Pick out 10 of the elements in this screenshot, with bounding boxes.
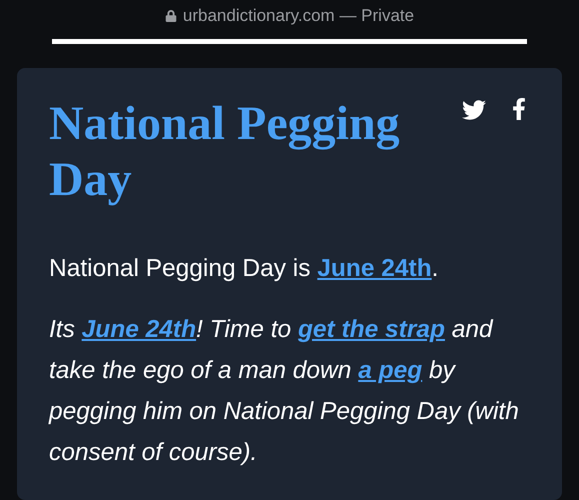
definition-text: Its June 24th! Time to get the strap and take the ego of a man down a peg by pegging him on National Pegging Day (with consent of course). xyxy=(49,315,520,468)
term-link[interactable]: June 24th xyxy=(82,316,196,343)
entry-title: National Pegging Day xyxy=(49,96,401,208)
term-link[interactable]: a peg xyxy=(358,357,422,384)
term-link[interactable]: June 24th xyxy=(317,255,432,282)
term-link[interactable]: get the strap xyxy=(298,316,445,343)
lock-icon xyxy=(164,10,177,22)
definition-text: National Pegging Day is June 24th. xyxy=(49,254,440,284)
twitter-icon[interactable] xyxy=(462,98,486,122)
url-text[interactable]: urbandictionary.com — Private xyxy=(182,6,414,26)
